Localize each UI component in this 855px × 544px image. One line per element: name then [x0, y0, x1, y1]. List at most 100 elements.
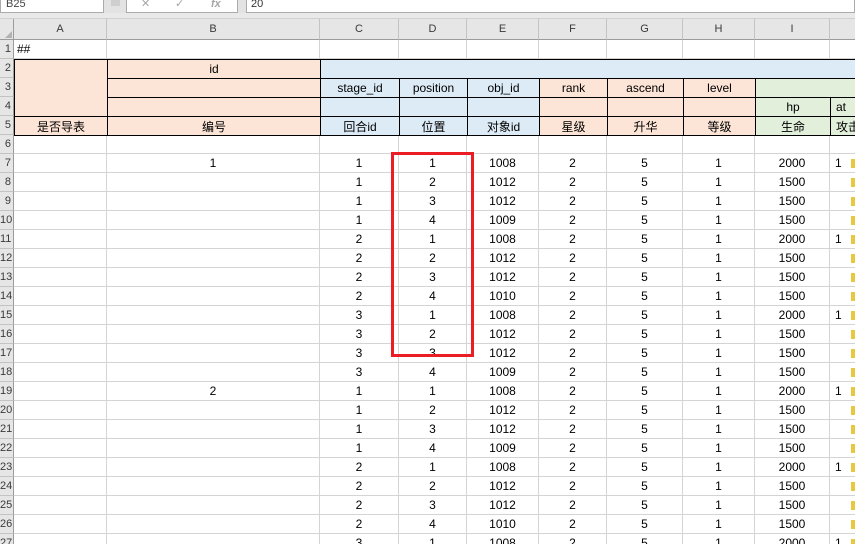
cell-G6[interactable] [607, 135, 683, 154]
cell-I8[interactable]: 1500 [755, 173, 830, 192]
cell-G16[interactable]: 5 [607, 325, 683, 344]
cell-F8[interactable]: 2 [539, 173, 607, 192]
row-header-18[interactable]: 18 [0, 363, 14, 382]
cell-C15[interactable]: 3 [320, 306, 399, 325]
row-header-19[interactable]: 19 [0, 382, 14, 401]
cell-H8[interactable]: 1 [683, 173, 755, 192]
cell-D23[interactable]: 1 [399, 458, 467, 477]
cell-D25[interactable]: 3 [399, 496, 467, 515]
cell-F11[interactable]: 2 [539, 230, 607, 249]
row-header-13[interactable]: 13 [0, 268, 14, 287]
cell-G18[interactable]: 5 [607, 363, 683, 382]
cell-D21[interactable]: 3 [399, 420, 467, 439]
cell-E14[interactable]: 1010 [467, 287, 539, 306]
cell-G15[interactable]: 5 [607, 306, 683, 325]
cell-A7[interactable] [14, 154, 107, 173]
row-header-21[interactable]: 21 [0, 420, 14, 439]
cell-D11[interactable]: 1 [399, 230, 467, 249]
cell-F12[interactable]: 2 [539, 249, 607, 268]
cell-I15[interactable]: 2000 [755, 306, 830, 325]
cell-D18[interactable]: 4 [399, 363, 467, 382]
cell-I23[interactable]: 2000 [755, 458, 830, 477]
cell-E19[interactable]: 1008 [467, 382, 539, 401]
cell-H16[interactable]: 1 [683, 325, 755, 344]
cell-E23[interactable]: 1008 [467, 458, 539, 477]
row-header-27[interactable]: 27 [0, 534, 14, 544]
cell-F19[interactable]: 2 [539, 382, 607, 401]
cell-H14[interactable]: 1 [683, 287, 755, 306]
cell-B18[interactable] [107, 363, 320, 382]
cell-B19[interactable]: 2 [107, 382, 320, 401]
cell-G22[interactable]: 5 [607, 439, 683, 458]
cell-A19[interactable] [14, 382, 107, 401]
cell-E26[interactable]: 1010 [467, 515, 539, 534]
row-header-14[interactable]: 14 [0, 287, 14, 306]
header-cell-C2[interactable] [320, 59, 855, 79]
cell-E12[interactable]: 1012 [467, 249, 539, 268]
cell-H12[interactable]: 1 [683, 249, 755, 268]
cell-H20[interactable]: 1 [683, 401, 755, 420]
function-fx-icon[interactable]: fx [211, 0, 221, 13]
cell-B10[interactable] [107, 211, 320, 230]
cell-H17[interactable]: 1 [683, 344, 755, 363]
cell-D6[interactable] [399, 135, 467, 154]
cell-C9[interactable]: 1 [320, 192, 399, 211]
cell-H11[interactable]: 1 [683, 230, 755, 249]
cell-B9[interactable] [107, 192, 320, 211]
row-header-25[interactable]: 25 [0, 496, 14, 515]
row-header-23[interactable]: 23 [0, 458, 14, 477]
row-header-9[interactable]: 9 [0, 192, 14, 211]
cell-F9[interactable]: 2 [539, 192, 607, 211]
cell-B22[interactable] [107, 439, 320, 458]
cell-C26[interactable]: 2 [320, 515, 399, 534]
cell-E24[interactable]: 1012 [467, 477, 539, 496]
cell-E21[interactable]: 1012 [467, 420, 539, 439]
header-cell-B2[interactable]: id [107, 59, 321, 79]
cell-E20[interactable]: 1012 [467, 401, 539, 420]
cell-I21[interactable]: 1500 [755, 420, 830, 439]
header-cell-G5[interactable]: 升华 [607, 116, 684, 136]
cell-D7[interactable]: 1 [399, 154, 467, 173]
cell-H21[interactable]: 1 [683, 420, 755, 439]
cell-C16[interactable]: 3 [320, 325, 399, 344]
cell-E11[interactable]: 1008 [467, 230, 539, 249]
cell-G9[interactable]: 5 [607, 192, 683, 211]
header-cell-A2[interactable] [14, 59, 108, 117]
cell-G25[interactable]: 5 [607, 496, 683, 515]
row-header-11[interactable]: 11 [0, 230, 14, 249]
cell-G20[interactable]: 5 [607, 401, 683, 420]
row-header-26[interactable]: 26 [0, 515, 14, 534]
cell-C22[interactable]: 1 [320, 439, 399, 458]
cell-F13[interactable]: 2 [539, 268, 607, 287]
cell-B23[interactable] [107, 458, 320, 477]
cell-E1[interactable] [467, 40, 539, 59]
cell-A1[interactable]: ## [14, 40, 107, 59]
cell-F1[interactable] [539, 40, 607, 59]
cell-G11[interactable]: 5 [607, 230, 683, 249]
row-header-16[interactable]: 16 [0, 325, 14, 344]
cell-F6[interactable] [539, 135, 607, 154]
row-header-10[interactable]: 10 [0, 211, 14, 230]
header-cell-J4[interactable]: at [830, 97, 855, 117]
cell-B8[interactable] [107, 173, 320, 192]
cell-D19[interactable]: 1 [399, 382, 467, 401]
header-cell-J5[interactable]: 攻击 [830, 116, 855, 136]
cell-C12[interactable]: 2 [320, 249, 399, 268]
cell-J6[interactable] [830, 135, 855, 154]
cell-G7[interactable]: 5 [607, 154, 683, 173]
header-cell-C4[interactable] [320, 97, 400, 117]
cell-C18[interactable]: 3 [320, 363, 399, 382]
cell-B21[interactable] [107, 420, 320, 439]
cell-B1[interactable] [107, 40, 320, 59]
row-header-7[interactable]: 7 [0, 154, 14, 173]
cell-D15[interactable]: 1 [399, 306, 467, 325]
cell-E7[interactable]: 1008 [467, 154, 539, 173]
cell-G19[interactable]: 5 [607, 382, 683, 401]
cell-I25[interactable]: 1500 [755, 496, 830, 515]
header-cell-H4[interactable] [683, 97, 756, 117]
cell-C21[interactable]: 1 [320, 420, 399, 439]
header-cell-C5[interactable]: 回合id [320, 116, 400, 136]
cell-H13[interactable]: 1 [683, 268, 755, 287]
header-cell-B4[interactable] [107, 97, 321, 117]
cell-I13[interactable]: 1500 [755, 268, 830, 287]
